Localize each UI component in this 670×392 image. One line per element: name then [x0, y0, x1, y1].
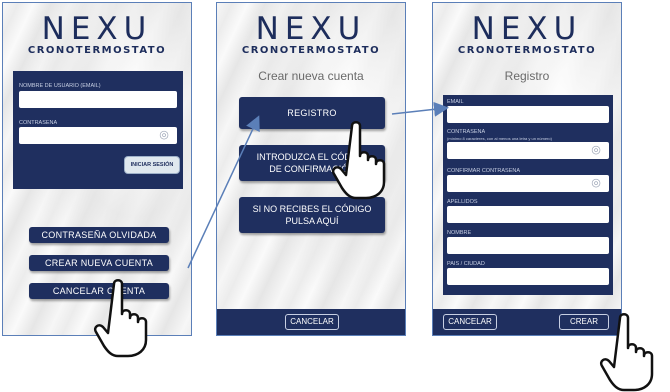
- surname-field[interactable]: [447, 206, 609, 223]
- register-title: Registro: [504, 69, 550, 83]
- resend-code-line2: PULSA AQUÍ: [285, 216, 339, 226]
- username-input[interactable]: [19, 91, 177, 108]
- logo-subtitle: CRONOTERMOSTATO: [27, 45, 167, 56]
- email-field[interactable]: [447, 106, 609, 123]
- logo-subtitle: CRONOTERMOSTATO: [241, 45, 381, 56]
- password-label: CONTRASEÑA: [19, 120, 58, 126]
- create-account-button[interactable]: CREAR NUEVA CUENTA: [29, 255, 169, 271]
- confirmation-code-line1: INTRODUZCA EL CÓDIGO: [256, 152, 368, 162]
- country-field[interactable]: [447, 268, 609, 285]
- login-button[interactable]: INICIAR SESIÓN: [125, 157, 179, 173]
- nexu-logo: NEXU: [41, 11, 153, 47]
- create-button[interactable]: CREAR: [559, 314, 609, 330]
- surname-label: APELLIDOS: [447, 199, 478, 205]
- nexu-logo: NEXU: [471, 11, 583, 47]
- bottom-bar: CANCELAR CREAR: [433, 309, 621, 335]
- nexu-logo: NEXU: [255, 11, 367, 47]
- cancel-account-button[interactable]: CANCELAR CUENTA: [29, 283, 169, 299]
- resend-code-line1: SI NO RECIBES EL CÓDIGO: [252, 204, 372, 214]
- confirm-password-label: CONFIRMAR CONTRASEÑA: [447, 168, 521, 174]
- logo-subtitle: CRONOTERMOSTATO: [457, 45, 597, 56]
- password-field[interactable]: ◎: [447, 142, 609, 159]
- create-account-title: Crear nueva cuenta: [258, 69, 364, 83]
- cancel-button[interactable]: CANCELAR: [285, 314, 339, 330]
- login-screen: NEXU CRONOTERMOSTATO NOMBRE DE USUARIO (…: [2, 2, 192, 336]
- create-account-screen: NEXU CRONOTERMOSTATO Crear nueva cuenta …: [216, 2, 406, 336]
- username-label: NOMBRE DE USUARIO (EMAIL): [19, 83, 101, 89]
- resend-code-button[interactable]: SI NO RECIBES EL CÓDIGO PULSA AQUÍ: [239, 197, 385, 233]
- confirmation-code-button[interactable]: INTRODUZCA EL CÓDIGO DE CONFIRMACIÓN: [239, 145, 385, 181]
- password-input[interactable]: ◎: [19, 127, 177, 144]
- confirmation-code-line2: DE CONFIRMACIÓN: [269, 164, 355, 174]
- register-screen: NEXU CRONOTERMOSTATO Registro EMAIL CONT…: [432, 2, 622, 336]
- login-panel: NOMBRE DE USUARIO (EMAIL) CONTRASEÑA ◎ I…: [13, 71, 183, 189]
- name-label: NOMBRE: [447, 230, 472, 236]
- register-form: EMAIL CONTRASEÑA (mínimo 8 caracteres, c…: [443, 95, 613, 295]
- eye-icon[interactable]: ◎: [157, 129, 171, 141]
- password-hint: (mínimo 8 caracteres, con al menos una l…: [447, 136, 552, 141]
- name-field[interactable]: [447, 237, 609, 254]
- eye-icon[interactable]: ◎: [589, 177, 603, 189]
- forgot-password-button[interactable]: CONTRASEÑA OLVIDADA: [29, 227, 169, 243]
- bottom-bar: CANCELAR: [217, 309, 405, 335]
- eye-icon[interactable]: ◎: [589, 144, 603, 156]
- password-label: CONTRASEÑA: [447, 129, 486, 135]
- country-label: PAÍS / CIUDAD: [447, 261, 485, 267]
- confirm-password-field[interactable]: ◎: [447, 175, 609, 192]
- cancel-button[interactable]: CANCELAR: [443, 314, 497, 330]
- register-button[interactable]: REGISTRO: [239, 97, 385, 129]
- email-label: EMAIL: [447, 99, 464, 105]
